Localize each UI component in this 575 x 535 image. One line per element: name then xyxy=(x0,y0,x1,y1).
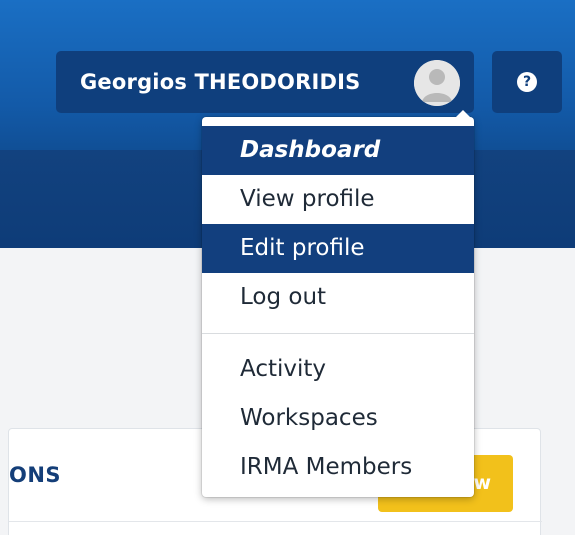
menu-item-view-profile[interactable]: View profile xyxy=(202,175,474,224)
user-avatar-icon xyxy=(414,60,460,106)
card-title: ONS xyxy=(9,463,62,487)
menu-divider xyxy=(202,333,474,334)
user-dropdown-menu: Dashboard View profile Edit profile Log … xyxy=(202,110,474,497)
menu-item-workspaces[interactable]: Workspaces xyxy=(202,394,474,443)
menu-item-irma-members[interactable]: IRMA Members xyxy=(202,443,474,492)
card-divider xyxy=(9,521,542,522)
menu-item-edit-profile[interactable]: Edit profile xyxy=(202,224,474,273)
user-name: Georgios THEODORIDIS xyxy=(80,70,361,94)
question-icon: ? xyxy=(517,72,537,92)
user-menu-button[interactable]: Georgios THEODORIDIS xyxy=(56,51,474,113)
help-button[interactable]: ? xyxy=(492,51,562,113)
menu-item-activity[interactable]: Activity xyxy=(202,345,474,394)
menu-item-log-out[interactable]: Log out xyxy=(202,273,474,322)
menu-item-dashboard[interactable]: Dashboard xyxy=(202,126,474,175)
